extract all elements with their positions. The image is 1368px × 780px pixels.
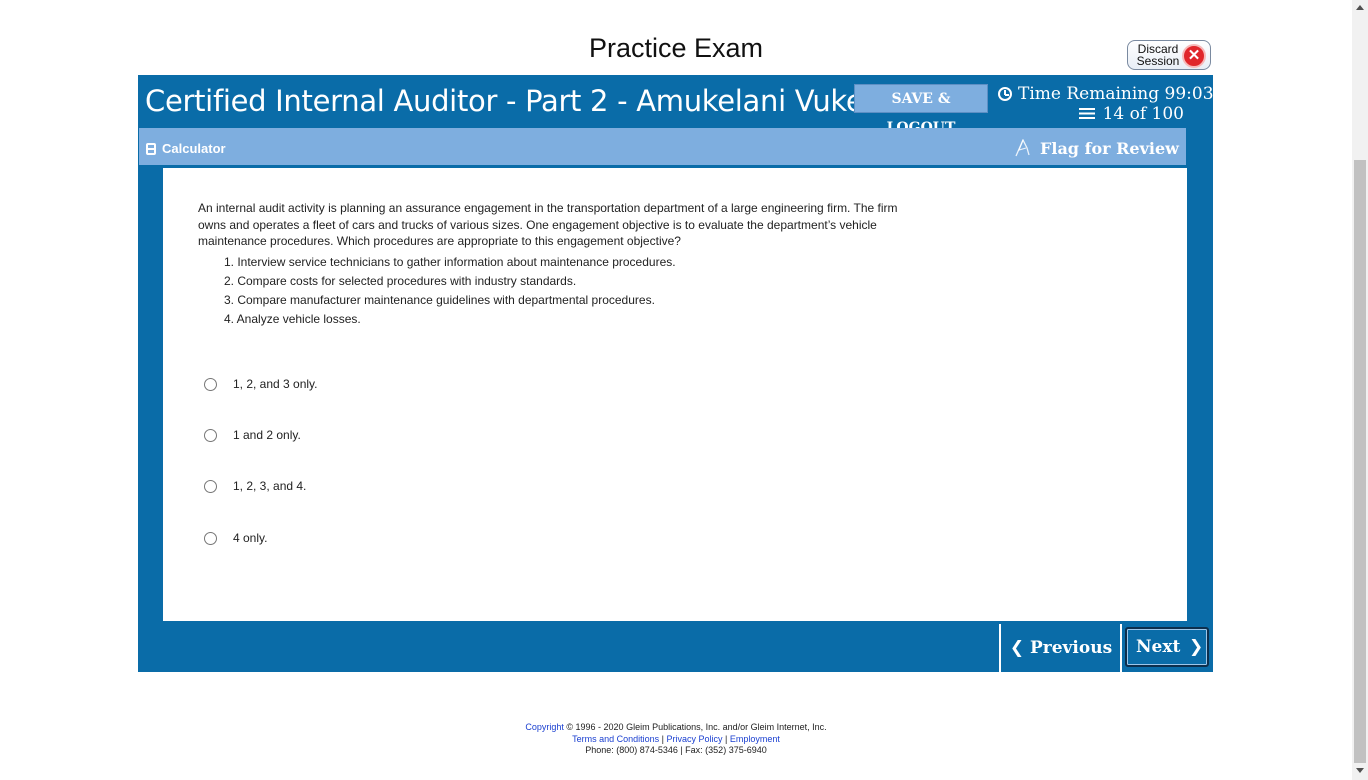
radio-button[interactable] (204, 378, 217, 391)
question-item: 4. Analyze vehicle losses. (224, 312, 361, 326)
question-progress: 14 of 100 (998, 104, 1184, 124)
answer-option-label: 1 and 2 only. (233, 428, 301, 442)
arrow-right-icon: ❯ (1189, 637, 1204, 657)
flag-for-review-button[interactable]: Flag for Review (1014, 139, 1179, 158)
radio-button[interactable] (204, 532, 217, 545)
question-stem: An internal audit activity is planning a… (198, 201, 898, 248)
scroll-down-arrow-icon[interactable] (1356, 768, 1364, 773)
next-button[interactable]: Next ❯ (1125, 627, 1209, 667)
question-progress-text: 14 of 100 (1102, 104, 1184, 124)
employment-link[interactable]: Employment (730, 734, 780, 744)
arrow-left-icon: ❮ (1009, 638, 1025, 658)
previous-label: Previous (1030, 638, 1113, 658)
calculator-button[interactable]: Calculator (146, 141, 226, 156)
contact-info: Phone: (800) 874-5346 | Fax: (352) 375-6… (585, 745, 767, 755)
discard-session-label: Discard Session (1136, 42, 1180, 68)
list-icon (1078, 108, 1095, 119)
calculator-label: Calculator (162, 141, 226, 156)
answer-option-label: 4 only. (233, 531, 268, 545)
terms-link[interactable]: Terms and Conditions (572, 734, 659, 744)
question-item: 3. Compare manufacturer maintenance guid… (224, 293, 655, 307)
clock-icon (998, 87, 1012, 101)
time-remaining-label: Time Remaining (1018, 84, 1160, 104)
previous-button[interactable]: ❮ Previous (1002, 626, 1120, 670)
time-remaining-value: 99:03 (1164, 84, 1214, 104)
radio-button[interactable] (204, 429, 217, 442)
close-icon: ✕ (1182, 44, 1206, 68)
answer-option-label: 1, 2, and 3 only. (233, 377, 318, 391)
footer: Copyright © 1996 - 2020 Gleim Publicatio… (0, 722, 1352, 757)
question-item: 1. Interview service technicians to gath… (224, 255, 676, 269)
nav-divider (999, 624, 1001, 672)
question-items: 1. Interview service technicians to gath… (224, 254, 676, 330)
nav-divider (1120, 624, 1122, 672)
flag-icon (1015, 139, 1030, 157)
question-item: 2. Compare costs for selected procedures… (224, 274, 577, 288)
scroll-up-arrow-icon[interactable] (1356, 5, 1364, 10)
radio-button[interactable] (204, 480, 217, 493)
copyright-text: © 1996 - 2020 Gleim Publications, Inc. a… (566, 722, 827, 732)
course-title: Certified Internal Auditor - Part 2 - Am… (145, 84, 889, 118)
privacy-link[interactable]: Privacy Policy (667, 734, 723, 744)
save-logout-button[interactable]: SAVE & LOGOUT (854, 84, 988, 136)
flag-for-review-label: Flag for Review (1040, 139, 1179, 158)
copyright-link[interactable]: Copyright (525, 722, 564, 732)
time-remaining: Time Remaining 99:03 (998, 84, 1214, 104)
scrollbar-thumb[interactable] (1354, 160, 1366, 763)
calculator-icon (146, 143, 156, 155)
answer-option-label: 1, 2, 3, and 4. (233, 479, 307, 493)
next-label: Next (1136, 637, 1181, 657)
discard-session-button[interactable]: Discard Session ✕ (1127, 40, 1211, 70)
